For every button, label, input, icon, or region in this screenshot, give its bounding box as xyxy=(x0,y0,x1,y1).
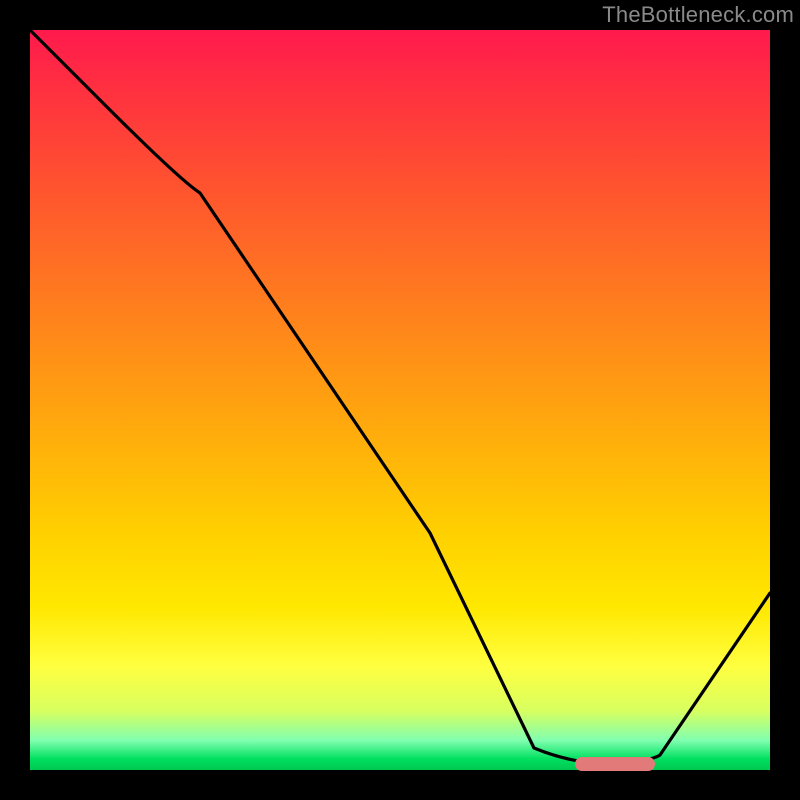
chart-frame: TheBottleneck.com xyxy=(0,0,800,800)
chart-svg xyxy=(30,30,770,770)
plot-area xyxy=(30,30,770,770)
watermark-text: TheBottleneck.com xyxy=(602,2,794,28)
curve-line xyxy=(30,30,770,765)
optimal-range-marker xyxy=(575,757,655,771)
